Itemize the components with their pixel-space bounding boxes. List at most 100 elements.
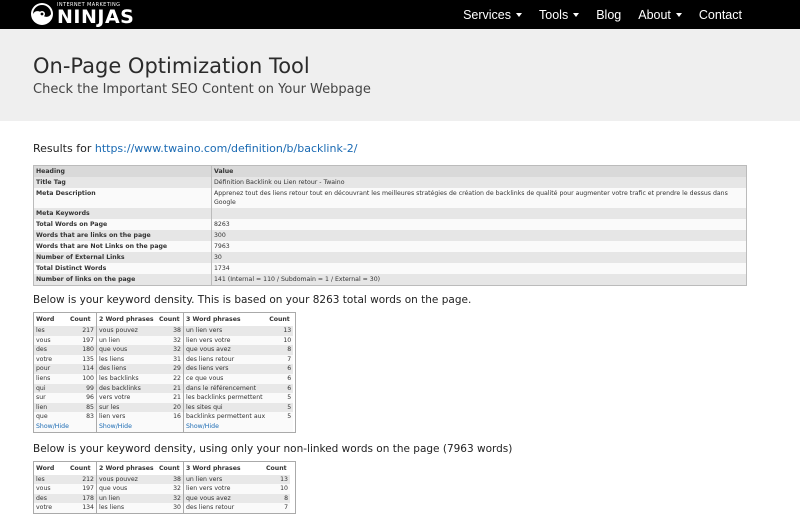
count-cell: 7 <box>267 354 294 365</box>
nav-services[interactable]: Services <box>463 8 523 22</box>
show-hide-link[interactable]: Show/Hide <box>186 423 219 430</box>
table-row: Words that are links on the page 300 <box>33 230 747 241</box>
table-row: un lien 32 <box>97 335 183 346</box>
phrase-cell: vers votre <box>97 393 157 403</box>
count-cell: 8 <box>267 345 294 355</box>
phrase-cell: vous <box>34 335 68 346</box>
phrase-cell: sur <box>34 393 68 403</box>
phrase-cell: sur les <box>97 402 157 413</box>
count-cell: 10 <box>264 484 290 494</box>
chevron-down-icon <box>573 12 580 17</box>
phrase-cell: des liens retour <box>184 354 268 365</box>
count-header: Count <box>68 461 96 475</box>
two-word-column: 2 Word phrases Count vous pouvez 38 un lien 3… <box>97 313 184 432</box>
phrase-cell: lien vers <box>97 412 157 422</box>
show-hide-link[interactable]: Show/Hide <box>99 423 132 430</box>
nav-contact-label: Contact <box>698 7 742 22</box>
table-row: vous pouvez 38 <box>97 326 183 336</box>
phrase-cell: lien vers votre <box>184 484 264 494</box>
nav-about[interactable]: About <box>638 8 682 22</box>
table-row: vers votre 21 <box>97 393 183 403</box>
show-hide-cell: Show/Hide <box>184 421 294 432</box>
density-title-all: Below is your keyword density. This is b… <box>33 294 472 306</box>
table-row: Words that are Not Links on the page 7963 <box>33 241 747 252</box>
count-cell: 32 <box>157 345 183 355</box>
table-row: lien vers votre 10 <box>184 335 294 346</box>
page-header: On-Page Optimization Tool Check the Impo… <box>0 29 800 121</box>
table-row: qui 99 <box>34 383 96 394</box>
table-row: Total Words on Page 8263 <box>33 219 747 230</box>
column-header: Word <box>34 313 68 326</box>
table-row: Number of External Links 30 <box>33 252 747 263</box>
nav-blog-label: Blog <box>596 7 622 22</box>
phrase-cell: que vous <box>97 484 157 494</box>
main-content: Results for https://www.twaino.com/defin… <box>0 121 800 514</box>
table-row: des liens 29 <box>97 364 183 374</box>
table-row: les sites qui 5 <box>184 402 294 413</box>
phrase-cell: que vous avez <box>184 493 264 504</box>
count-cell: 6 <box>267 373 294 384</box>
count-cell: 178 <box>68 493 96 504</box>
logo-wordmark: NINJAS <box>57 6 135 28</box>
table-header-row: 3 Word phrases Count <box>184 461 290 475</box>
word-column: Word Count les 212 vous 197 des 178 votre 134 <box>34 461 97 513</box>
info-value-cell: 8263 <box>211 219 747 230</box>
count-cell: 197 <box>68 484 96 494</box>
info-heading-cell: Total Distinct Words <box>33 263 212 274</box>
table-row: un lien 32 <box>97 493 183 504</box>
table-row: lien vers 16 <box>97 412 183 422</box>
column-header: 3 Word phrases <box>184 461 264 475</box>
nav-contact[interactable]: Contact <box>699 8 742 22</box>
count-cell: 10 <box>267 335 294 346</box>
count-cell: 99 <box>68 383 96 394</box>
phrase-cell: des liens <box>97 364 157 374</box>
three-word-column: 3 Word phrases Count un lien vers 13 lien ve… <box>184 313 294 432</box>
count-cell: 31 <box>157 354 183 365</box>
table-row: Meta Description Apprenez tout des liens … <box>33 188 747 208</box>
show-hide-link[interactable]: Show/Hide <box>36 423 69 430</box>
table-row: des liens retour 7 <box>184 503 290 513</box>
count-cell: 135 <box>68 354 96 365</box>
table-row: dans le référencement 6 <box>184 383 294 394</box>
table-row: les backlinks permettent 5 <box>184 393 294 403</box>
show-hide-row: Show/Hide <box>97 421 183 432</box>
phrase-cell: un lien <box>97 335 157 346</box>
count-cell: 32 <box>157 335 183 346</box>
table-row: Total Distinct Words 1734 <box>33 263 747 274</box>
page-title: On-Page Optimization Tool <box>33 54 310 78</box>
phrase-cell: backlinks permettent aux <box>184 412 268 422</box>
phrase-cell: qui <box>34 383 68 394</box>
results-url-link[interactable]: https://www.twaino.com/definition/b/back… <box>95 142 358 155</box>
table-header-row: 2 Word phrases Count <box>97 313 183 326</box>
count-cell: 83 <box>68 412 96 422</box>
phrase-cell: les backlinks permettent <box>184 393 268 403</box>
table-row: sur 96 <box>34 393 96 403</box>
phrase-cell: lien <box>34 402 68 413</box>
phrase-cell: pour <box>34 364 68 374</box>
phrase-cell: des liens vers <box>184 364 268 374</box>
count-cell: 6 <box>267 364 294 374</box>
phrase-cell: les <box>34 326 68 336</box>
count-cell: 30 <box>157 503 183 513</box>
phrase-cell: liens <box>34 373 68 384</box>
chevron-down-icon <box>516 12 523 17</box>
table-row: vous 197 <box>34 335 96 346</box>
count-cell: 180 <box>68 345 96 355</box>
table-row: ce que vous 6 <box>184 373 294 384</box>
word-column: Word Count les 217 vous 197 des 180 votre 135 pour… <box>34 313 97 432</box>
count-header: Count <box>157 313 183 326</box>
count-cell: 217 <box>68 326 96 336</box>
phrase-cell: votre <box>34 503 68 513</box>
nav-blog[interactable]: Blog <box>596 8 621 22</box>
three-word-column: 3 Word phrases Count un lien vers 13 lien ve… <box>184 461 290 513</box>
info-value-cell: 7963 <box>211 241 747 252</box>
site-logo[interactable]: INTERNET MARKETING NINJAS <box>30 0 134 29</box>
phrase-cell: vous pouvez <box>97 326 157 336</box>
table-row: des liens vers 6 <box>184 364 294 374</box>
column-header: Word <box>34 461 68 475</box>
phrase-cell: des liens retour <box>184 503 264 513</box>
show-hide-row: Show/Hide <box>34 421 96 432</box>
main-menu: Services Tools Blog About Contact <box>446 0 800 29</box>
phrase-cell: les sites qui <box>184 402 268 413</box>
nav-tools[interactable]: Tools <box>539 8 580 22</box>
